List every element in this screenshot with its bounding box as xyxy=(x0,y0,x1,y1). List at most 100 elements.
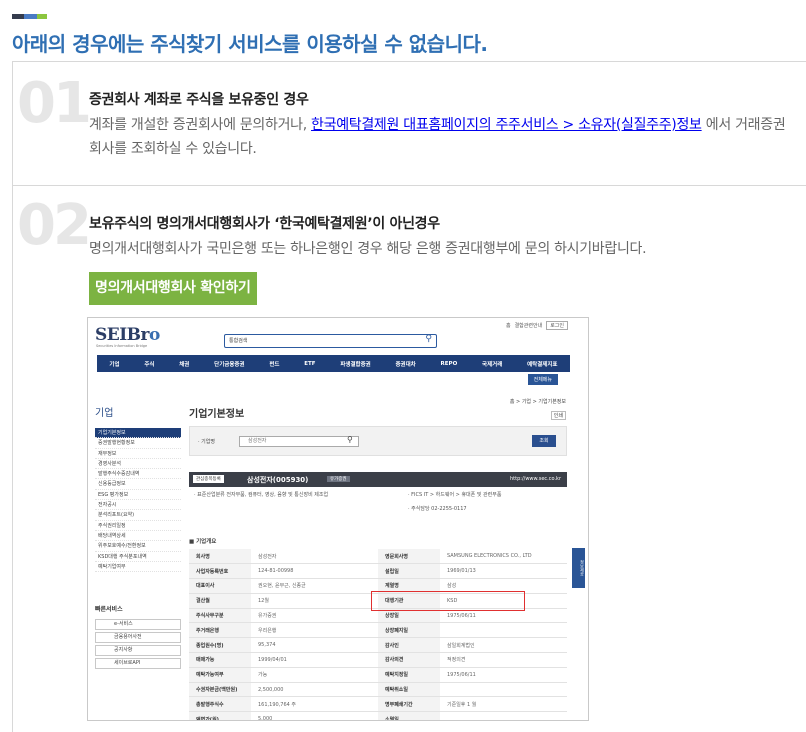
industry-info: · 표준산업분류 전자부품, 컴퓨터, 영상, 음향 및 통신장비 제조업 xyxy=(194,492,329,498)
company-url: http://www.sec.co.kr xyxy=(510,476,561,482)
stock-contact-info: · 주식담당 02-2255-0117 xyxy=(408,506,467,512)
table-cell: 5,000 xyxy=(251,711,378,720)
search-icon: ⚲ xyxy=(347,435,353,444)
section-number: 01 xyxy=(17,71,92,136)
quick-service-item: 공지사항 xyxy=(95,645,181,656)
nav-item: ETF xyxy=(304,360,316,367)
table-cell: 1969/01/13 xyxy=(440,563,567,580)
table-cell: 1999/04/01 xyxy=(251,652,378,668)
table-cell: 1975/06/11 xyxy=(440,667,567,683)
transfer-agent-highlight xyxy=(371,591,525,611)
overview-title: ■ 기업개요 xyxy=(189,539,217,545)
table-cell: 상장폐지일 xyxy=(378,622,440,639)
table-row: 수권자본금(백만원) 2,500,000 예탁취소일 xyxy=(189,682,567,698)
check-transfer-agent-button[interactable]: 명의개서대행회사 확인하기 xyxy=(89,272,257,305)
section-title: 보유주식의 명의개서대행회사가 ‘한국예탁결제원’이 아닌경우 xyxy=(89,216,440,232)
sidebar-item: 배당내역상세 xyxy=(95,531,181,542)
table-cell: 회사명 xyxy=(189,549,251,565)
table-cell: 161,190,764 주 xyxy=(251,696,378,713)
heading-decoration xyxy=(12,14,47,19)
table-cell: 유가증권 xyxy=(251,608,378,624)
sidebar-item: ESG 평가정보 xyxy=(95,490,181,501)
table-cell: 95,374 xyxy=(251,637,378,654)
table-cell: 감사인 xyxy=(378,637,440,654)
sidebar-item: KSD대행 주식분포내역 xyxy=(95,552,181,562)
table-cell: 124-81-00998 xyxy=(251,563,378,580)
sidebar-item: 분석리포트(요약) xyxy=(95,510,181,521)
section-01: 01 증권회사 계좌로 주식을 보유중인 경우 계좌를 개설한 증권회사에 문의… xyxy=(12,61,806,186)
table-cell: 수권자본금(백만원) xyxy=(189,682,251,698)
company-overview-table: 회사명 삼성전자 영문회사명 SAMSUNG ELECTRONICS CO., LTD… xyxy=(189,549,567,720)
quick-service-item: e-서비스 xyxy=(95,619,181,630)
section-description: 명의개서대행회사가 국민은행 또는 하나은행인 경우 해당 은행 증권대행부에 … xyxy=(89,241,647,257)
nav-item: 기업 xyxy=(109,361,120,368)
table-cell: 우리은행 xyxy=(251,622,378,639)
table-cell: 가능 xyxy=(251,667,378,683)
table-cell: 소멸일 xyxy=(378,711,440,720)
print-button: 인쇄 xyxy=(550,411,566,420)
logo-subtitle: Securities Information Bridge xyxy=(96,344,148,348)
company-name: 삼성전자(005930) xyxy=(247,476,309,484)
sidebar-item: 위주보호예수/전환정보 xyxy=(95,541,181,552)
table-cell: 2,500,000 xyxy=(251,682,378,698)
table-cell: 명부폐쇄기간 xyxy=(378,696,440,713)
main-title: 기업기본정보 xyxy=(189,409,245,420)
nav-item: 예탁결제지표 xyxy=(527,361,558,368)
table-cell: SAMSUNG ELECTRONICS CO., LTD xyxy=(440,549,567,565)
page-heading: 아래의 경우에는 주식찾기 서비스를 이용하실 수 없습니다. xyxy=(12,32,488,56)
nav-item: 파생결합증권 xyxy=(340,361,371,368)
table-cell: 감사의견 xyxy=(378,652,440,668)
ksd-shareholder-service-link[interactable]: 한국예탁결제원 대표홈페이지의 주주서비스 > 소유자(실질주주)정보 xyxy=(311,117,702,133)
integrated-search-box: 통합검색 ⚲ xyxy=(224,334,437,348)
nav-item: 채권 xyxy=(179,361,190,368)
section-number: 02 xyxy=(17,193,92,258)
table-row: 총발행주식수 161,190,764 주 명부폐쇄기간 기준일후 1 월 xyxy=(189,696,567,713)
table-cell: 대표이사 xyxy=(189,578,251,594)
utility-links: 홈 결합관련안내 로그인 xyxy=(506,321,568,330)
sidebar-menu: 기업기본정보 증권발행현황정보 재무정보 경영사분석 발행주식수증감내역 신용등급정보 ES… xyxy=(95,428,181,573)
table-row: 예탁가능여부 가능 예탁지정일 1975/06/11 xyxy=(189,667,567,683)
section-02: 02 보유주식의 명의개서대행회사가 ‘한국예탁결제원’이 아닌경우 명의개서대… xyxy=(12,186,806,732)
search-icon: ⚲ xyxy=(425,334,432,344)
sidebar-title: 기업 xyxy=(95,408,114,419)
breadcrumb: 홈 > 기업 > 기업기본정보 xyxy=(509,399,566,405)
sidebar-item: 주식권리일정 xyxy=(95,521,181,531)
table-cell: 삼성전자 xyxy=(251,549,378,565)
nav-item: REPO xyxy=(440,360,458,367)
table-cell: 주거래은행 xyxy=(189,622,251,639)
nav-item: 증권대차 xyxy=(395,361,416,368)
quick-service-title: 빠른서비스 xyxy=(95,606,123,613)
section-title: 증권회사 계좌로 주식을 보유중인 경우 xyxy=(89,92,309,108)
watchlist-tag: 관심종목등록 xyxy=(193,475,224,483)
main-nav: 기업 주식 채권 단기금융증권 펀드 ETF 파생결합증권 증권대차 REPO 국제거래 예탁결제지… xyxy=(97,355,570,372)
sidebar-item: 기업기본정보 xyxy=(95,428,181,439)
sidebar-item: 예탁기업여부 xyxy=(95,562,181,573)
sidebar-item: 재무정보 xyxy=(95,449,181,459)
table-cell: 삼일회계법인 xyxy=(440,637,567,654)
table-cell: 액면가(원) xyxy=(189,711,251,720)
sidebar-item: 발행주식수증감내역 xyxy=(95,469,181,480)
table-cell: 결산월 xyxy=(189,593,251,609)
seibro-example-screenshot: 홈 결합관련안내 로그인 SEIBro Securities Information… xyxy=(87,317,589,721)
table-cell: 설립일 xyxy=(378,563,440,580)
sidebar-item: 경영사분석 xyxy=(95,459,181,470)
nav-item: 국제거래 xyxy=(482,361,503,368)
table-cell: 종업원수(명) xyxy=(189,637,251,654)
sidebar-item: 신용등급정보 xyxy=(95,479,181,490)
quick-service-item: 금융용어사전 xyxy=(95,632,181,643)
company-bar: 관심종목등록 삼성전자(005930) 유가증권 http://www.sec.… xyxy=(189,472,567,487)
table-cell: 적정의견 xyxy=(440,652,567,668)
table-row: 주거래은행 우리은행 상장폐지일 xyxy=(189,622,567,639)
seibro-logo: SEIBro xyxy=(95,325,160,345)
table-cell xyxy=(440,711,567,720)
table-row: 사업자등록번호 124-81-00998 설립일 1969/01/13 xyxy=(189,563,567,580)
table-row: 액면가(원) 5,000 소멸일 xyxy=(189,711,567,720)
nav-item: 단기금융증권 xyxy=(214,361,245,368)
side-tab: 정보제공 xyxy=(572,548,585,588)
nav-item: 펀드 xyxy=(269,361,280,368)
table-cell: 사업자등록번호 xyxy=(189,563,251,580)
table-cell: 주식사무구분 xyxy=(189,608,251,624)
utility-link: 홈 xyxy=(505,323,511,329)
sidebar-item: 전자공시 xyxy=(95,500,181,511)
table-cell: 매매가능 xyxy=(189,652,251,668)
